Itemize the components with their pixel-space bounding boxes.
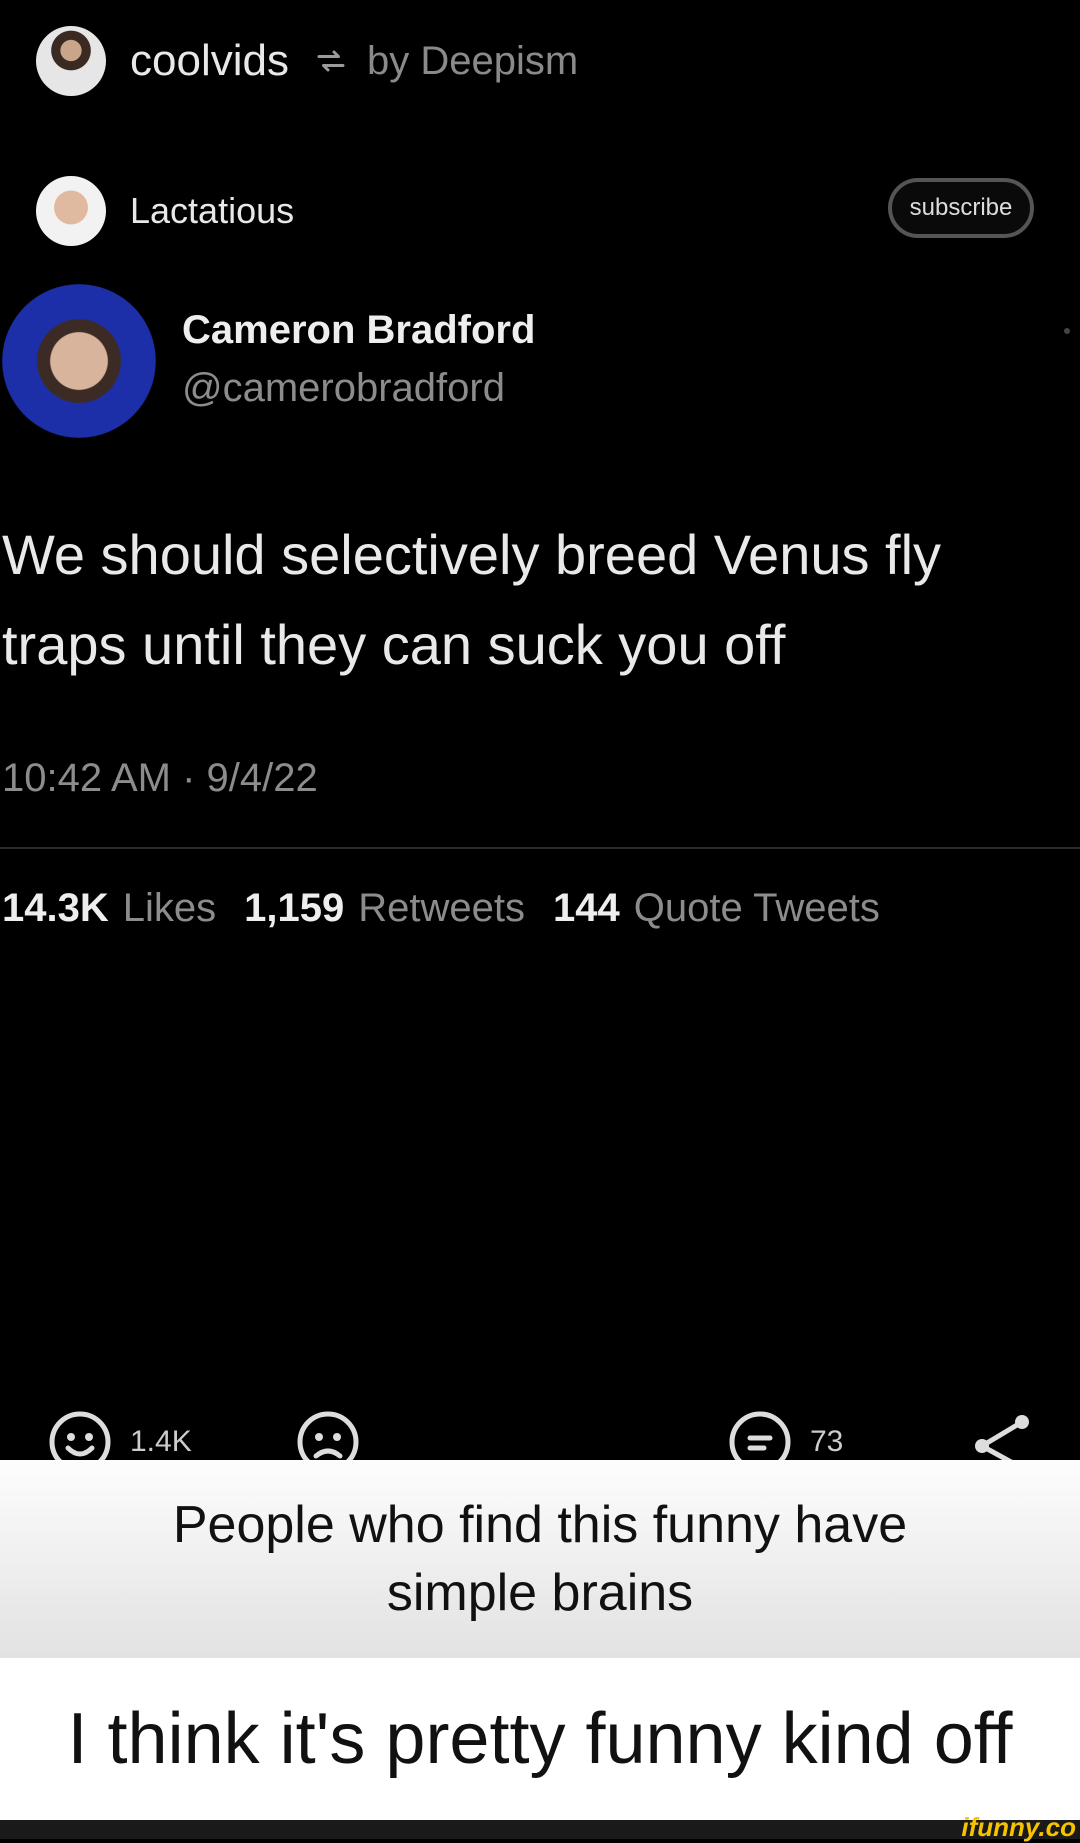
tweet-author-name: Cameron Bradford — [182, 308, 536, 352]
author-row: Lactatious — [36, 176, 294, 246]
quotes-label: Quote Tweets — [633, 886, 880, 930]
repost-icon — [317, 50, 345, 72]
footer-bar — [0, 1820, 1080, 1839]
tweet-more-dot — [1064, 328, 1070, 334]
subscribe-button[interactable]: subscribe — [888, 178, 1034, 238]
retweets-label: Retweets — [358, 886, 525, 930]
tweet-divider — [0, 847, 1080, 849]
tweet-text: We should selectively breed Venus fly tr… — [2, 523, 942, 676]
repost-row: coolvids by Deepism — [36, 26, 578, 96]
tweet-author-handle: @camerobradford — [182, 366, 505, 410]
caption-top: People who find this funny have simple b… — [0, 1460, 1080, 1658]
quotes-count: 144 — [553, 886, 620, 930]
likes-count: 14.3K — [2, 886, 109, 930]
retweets-count: 1,159 — [244, 886, 345, 930]
smile-count: 1.4K — [130, 1425, 192, 1458]
ifunny-watermark: ifunny.co — [961, 1812, 1076, 1842]
repost-username[interactable]: coolvids — [130, 36, 289, 86]
caption-top-text: People who find this funny have simple b… — [172, 1496, 908, 1622]
tweet-avatar — [2, 284, 156, 438]
repost-user-avatar[interactable] — [36, 26, 106, 96]
repost-by-label[interactable]: by Deepism — [367, 39, 578, 84]
tweet-timestamp: 10:42 AM · 9/4/22 — [2, 756, 318, 800]
comment-count: 73 — [810, 1425, 844, 1458]
likes-label: Likes — [122, 886, 217, 930]
author-avatar[interactable] — [36, 176, 106, 246]
author-name[interactable]: Lactatious — [130, 190, 294, 232]
tweet-stats: 14.3K Likes 1,159 Retweets 144 Quote Twe… — [2, 886, 908, 931]
caption-bottom: I think it's pretty funny kind off — [0, 1658, 1080, 1820]
caption-bottom-text: I think it's pretty funny kind off — [67, 1699, 1013, 1779]
